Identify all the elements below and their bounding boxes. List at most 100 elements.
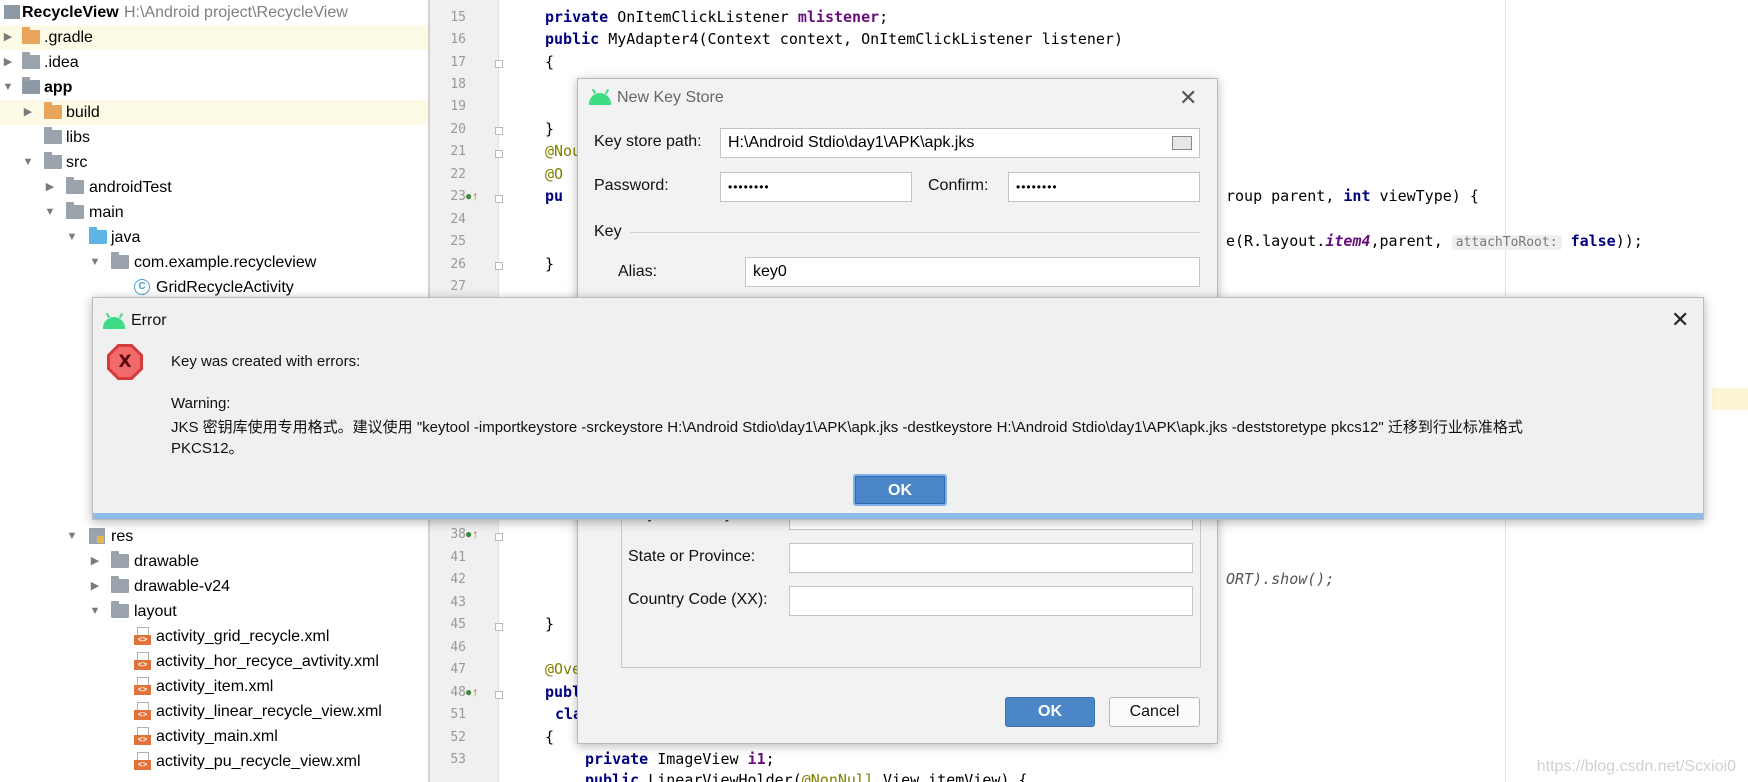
xml-file-icon: <>: [134, 752, 151, 770]
tree-item-build[interactable]: ▶ build: [0, 100, 428, 125]
country-code-input[interactable]: [789, 586, 1193, 616]
tree-item-package[interactable]: ▼ com.example.recycleview: [0, 250, 428, 275]
line-number: 26: [450, 257, 466, 272]
line-number: 16: [450, 32, 466, 47]
code-token: @NonNull: [801, 771, 874, 782]
tree-item-main[interactable]: ▼ main: [0, 200, 428, 225]
line-number: 41: [450, 550, 466, 565]
tree-item-drawable[interactable]: ▶ drawable: [0, 549, 428, 574]
code-token: private: [545, 8, 609, 26]
tree-item-xml[interactable]: <> activity_hor_recyce_avtivity.xml: [0, 649, 428, 674]
tree-item-app[interactable]: ▼ app: [0, 75, 428, 100]
key-store-path-input[interactable]: H:\Android Stdio\day1\APK\apk.jks: [720, 128, 1200, 158]
override-method-icon[interactable]: ●↑: [465, 685, 478, 699]
code-line: private OnItemClickListener mlistener;: [545, 8, 888, 26]
override-method-icon[interactable]: ●↑: [465, 527, 478, 541]
fold-marker[interactable]: [495, 60, 503, 68]
tree-item-res[interactable]: ▼ res: [0, 524, 428, 549]
tree-item-src[interactable]: ▼ src: [0, 150, 428, 175]
password-label: Password:: [594, 177, 669, 194]
cancel-button[interactable]: Cancel: [1109, 697, 1200, 727]
tree-item-xml[interactable]: <> activity_item.xml: [0, 674, 428, 699]
warning-message-cont: PKCS12。: [171, 440, 244, 457]
line-number: 17: [450, 55, 466, 70]
tree-item-label: app: [44, 79, 73, 96]
fold-marker[interactable]: [495, 623, 503, 631]
error-ok-button[interactable]: OK: [853, 474, 947, 506]
fold-marker[interactable]: [495, 691, 503, 699]
tree-item-label: activity_hor_recyce_avtivity.xml: [156, 653, 379, 670]
confirm-password-field[interactable]: ••••••••: [1008, 172, 1200, 202]
chevron-down-icon[interactable]: ▼: [89, 599, 101, 624]
chevron-right-icon[interactable]: ▶: [2, 50, 14, 75]
folder-icon: [22, 27, 40, 44]
fold-marker[interactable]: [495, 195, 503, 203]
dialog-bottom-border: [93, 513, 1703, 519]
ok-button[interactable]: OK: [1005, 697, 1095, 727]
chevron-down-icon[interactable]: ▼: [22, 150, 34, 175]
fold-marker[interactable]: [495, 150, 503, 158]
tree-item-layout[interactable]: ▼ layout: [0, 599, 428, 624]
line-number: 51: [450, 707, 466, 722]
code-line: @O: [545, 165, 564, 183]
confirm-label: Confirm:: [928, 177, 989, 194]
chevron-down-icon[interactable]: ▼: [44, 200, 56, 225]
chevron-right-icon[interactable]: ▶: [89, 549, 101, 574]
code-token: OnItemClickListener: [608, 8, 798, 26]
tree-item-idea[interactable]: ▶ .idea: [0, 50, 428, 75]
source-folder-icon: [89, 227, 107, 244]
dialog-title-bar[interactable]: New Key Store ✕: [578, 79, 1217, 117]
chevron-right-icon[interactable]: ▶: [2, 25, 14, 50]
chevron-right-icon[interactable]: ▶: [22, 100, 34, 125]
browse-folder-icon[interactable]: [1172, 136, 1192, 150]
module-icon: [4, 5, 20, 19]
tree-item-label: .gradle: [44, 29, 93, 46]
override-method-icon[interactable]: ●↑: [465, 189, 478, 203]
chevron-down-icon[interactable]: ▼: [2, 75, 14, 100]
chevron-down-icon[interactable]: ▼: [66, 225, 78, 250]
tree-item-xml[interactable]: <> activity_pu_recycle_view.xml: [0, 749, 428, 774]
alias-input[interactable]: key0: [745, 257, 1200, 287]
code-token: ,parent,: [1370, 232, 1452, 250]
code-token: viewType) {: [1370, 187, 1479, 205]
tree-item-xml[interactable]: <> activity_linear_recycle_view.xml: [0, 699, 428, 724]
tree-root[interactable]: RecycleView H:\Android project\RecycleVi…: [0, 0, 428, 25]
code-line: }: [545, 615, 555, 633]
code-line: pu: [545, 187, 564, 205]
tree-item-label: java: [111, 229, 141, 246]
tree-item-libs[interactable]: libs: [0, 125, 428, 150]
tree-item-drawable-v24[interactable]: ▶ drawable-v24: [0, 574, 428, 599]
folder-icon: [66, 177, 84, 194]
warning-label: Warning:: [171, 395, 231, 412]
folder-icon: [22, 52, 40, 69]
chevron-right-icon[interactable]: ▶: [89, 574, 101, 599]
fold-marker[interactable]: [495, 533, 503, 541]
tree-item-xml[interactable]: <> activity_main.xml: [0, 724, 428, 749]
resource-folder-icon: [89, 528, 105, 544]
android-icon: [103, 317, 125, 329]
fold-marker[interactable]: [495, 262, 503, 270]
tree-item-label: activity_grid_recycle.xml: [156, 628, 330, 645]
password-field[interactable]: ••••••••: [720, 172, 912, 202]
project-path: H:\Android project\RecycleView: [124, 4, 348, 21]
warning-message: JKS 密钥库使用专用格式。建议使用 "keytool -importkeyst…: [171, 419, 1523, 436]
chevron-down-icon[interactable]: ▼: [89, 250, 101, 275]
chevron-right-icon[interactable]: ▶: [44, 175, 56, 200]
code-token: int: [1343, 187, 1371, 205]
close-icon[interactable]: ✕: [1179, 87, 1197, 109]
tree-item-label: activity_pu_recycle_view.xml: [156, 753, 361, 770]
code-line: @Ove: [545, 660, 582, 678]
tree-item-androidtest[interactable]: ▶ androidTest: [0, 175, 428, 200]
code-line: publ: [545, 683, 582, 701]
code-token: private: [585, 750, 649, 768]
code-line: e(R.layout.item4,parent, attachToRoot: f…: [1226, 232, 1643, 250]
state-input[interactable]: [789, 543, 1193, 573]
tree-item-label: activity_main.xml: [156, 728, 278, 745]
tree-item-gradle[interactable]: ▶ .gradle: [0, 25, 428, 50]
fold-marker[interactable]: [495, 127, 503, 135]
tree-item-xml[interactable]: <> activity_grid_recycle.xml: [0, 624, 428, 649]
code-line: public MyAdapter4(Context context, OnIte…: [545, 30, 1123, 48]
chevron-down-icon[interactable]: ▼: [66, 524, 78, 549]
tree-item-java[interactable]: ▼ java: [0, 225, 428, 250]
close-icon[interactable]: ✕: [1671, 309, 1689, 331]
